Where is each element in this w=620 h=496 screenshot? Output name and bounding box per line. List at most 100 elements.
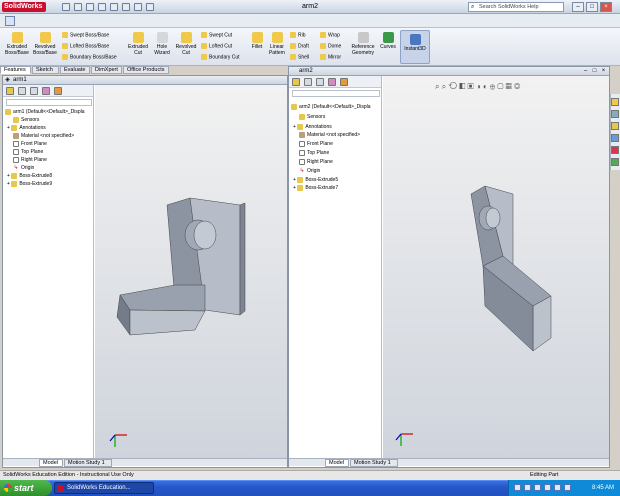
tray-icon[interactable]: [514, 484, 521, 491]
swept-boss-button[interactable]: Swept Boss/Base: [62, 32, 109, 38]
tab-motion-study[interactable]: Motion Study 1: [64, 459, 112, 467]
configuration-icon[interactable]: [30, 87, 38, 95]
tree-item-material[interactable]: Material <not specified>: [13, 132, 74, 140]
tree-item-annotations[interactable]: + Annotations: [7, 124, 46, 132]
tree-item-right-plane[interactable]: Right Plane: [13, 156, 47, 164]
tab-features[interactable]: Features: [0, 66, 31, 74]
tab-sketch[interactable]: Sketch: [32, 66, 59, 74]
pin-icon[interactable]: [5, 16, 15, 26]
graphics-area-arm1[interactable]: [95, 85, 287, 458]
search-input[interactable]: Search SolidWorks Help: [468, 2, 564, 12]
property-manager-icon[interactable]: [18, 87, 26, 95]
filter-field[interactable]: [292, 90, 380, 97]
extruded-cut-button[interactable]: Extruded Cut: [126, 32, 150, 56]
property-manager-icon[interactable]: [304, 78, 312, 86]
search-tab-icon[interactable]: [611, 134, 619, 142]
tree-item-boss-extrude9[interactable]: + Boss-Extrude9: [7, 180, 52, 188]
tray-icon[interactable]: [554, 484, 561, 491]
rebuild-icon[interactable]: [134, 3, 142, 11]
rib-button[interactable]: Rib: [290, 32, 306, 38]
appearances-icon[interactable]: [611, 146, 619, 154]
swept-cut-button[interactable]: Swept Cut: [201, 32, 232, 38]
file-explorer-icon[interactable]: [611, 122, 619, 130]
tray-icon[interactable]: [524, 484, 531, 491]
tree-item-top-plane[interactable]: Top Plane: [13, 148, 43, 156]
tab-office-products[interactable]: Office Products: [123, 66, 169, 74]
tree-item-front-plane[interactable]: Front Plane: [13, 140, 47, 148]
dimxpert-icon[interactable]: [42, 87, 50, 95]
undo-icon[interactable]: [110, 3, 118, 11]
feature-manager-tree-arm2: arm2 (Default<<Default>_Displa Sensors +…: [289, 76, 382, 458]
select-icon[interactable]: [122, 3, 130, 11]
custom-properties-icon[interactable]: [611, 158, 619, 166]
print-icon[interactable]: [98, 3, 106, 11]
lofted-boss-button[interactable]: Lofted Boss/Base: [62, 43, 109, 49]
taskbar-item-solidworks[interactable]: SolidWorks Education...: [54, 482, 154, 494]
tree-item-origin[interactable]: ↳ Origin: [299, 167, 320, 175]
linear-pattern-button[interactable]: Linear Pattern: [266, 32, 288, 56]
graphics-area-arm2[interactable]: ⌕ ⌕ ⟲ ◧ ▣ ◑ ◐ ⊕ ▢ ▦ ◎: [383, 76, 609, 458]
tab-dimxpert[interactable]: DimXpert: [91, 66, 122, 74]
tree-item-top-plane[interactable]: Top Plane: [299, 149, 329, 157]
feature-tree-icon[interactable]: [6, 87, 14, 95]
tray-icon[interactable]: [534, 484, 541, 491]
extruded-boss-button[interactable]: Extruded Boss/Base: [4, 32, 30, 56]
view-toolbar[interactable]: ⌕ ⌕ ⟲ ◧ ▣ ◑ ◐ ⊕ ▢ ▦ ◎: [435, 82, 521, 91]
tree-item-boss-extrude5[interactable]: + Boss-Extrude5: [293, 176, 338, 184]
reference-geometry-button[interactable]: Reference Geometry: [348, 32, 378, 56]
new-icon[interactable]: [62, 3, 70, 11]
tree-item-right-plane[interactable]: Right Plane: [299, 158, 333, 166]
fillet-button[interactable]: Fillet: [249, 32, 265, 50]
tree-item-sensors[interactable]: Sensors: [299, 113, 325, 121]
wrap-button[interactable]: Wrap: [320, 32, 340, 38]
mirror-button[interactable]: Mirror: [320, 54, 341, 60]
dimxpert-icon[interactable]: [328, 78, 336, 86]
design-library-icon[interactable]: [611, 110, 619, 118]
options-icon[interactable]: [146, 3, 154, 11]
curves-button[interactable]: Curves: [379, 32, 397, 50]
display-manager-icon[interactable]: [340, 78, 348, 86]
dome-button[interactable]: Dome: [320, 43, 341, 49]
doc-minimize-button[interactable]: –: [582, 68, 589, 75]
maximize-button[interactable]: □: [586, 2, 598, 12]
tray-icon[interactable]: [564, 484, 571, 491]
tree-root[interactable]: arm1 (Default<<Default>_Displa: [5, 108, 85, 116]
tab-motion-study[interactable]: Motion Study 1: [350, 459, 398, 467]
open-icon[interactable]: [74, 3, 82, 11]
part-icon: [291, 103, 297, 110]
filter-field[interactable]: [6, 99, 92, 106]
shell-button[interactable]: Shell: [290, 54, 309, 60]
tab-model[interactable]: Model: [325, 459, 349, 467]
display-manager-icon[interactable]: [54, 87, 62, 95]
solidworks-logo[interactable]: SolidWorks: [2, 2, 46, 12]
hole-wizard-button[interactable]: Hole Wizard: [152, 32, 172, 56]
tree-item-sensors[interactable]: Sensors: [13, 116, 39, 124]
minimize-button[interactable]: –: [572, 2, 584, 12]
tree-item-annotations[interactable]: + Annotations: [293, 123, 332, 131]
configuration-icon[interactable]: [316, 78, 324, 86]
lofted-cut-button[interactable]: Lofted Cut: [201, 43, 232, 49]
instant3d-button[interactable]: Instant3D: [401, 34, 429, 52]
revolved-boss-button[interactable]: Revolved Boss/Base: [32, 32, 58, 56]
boundary-boss-button[interactable]: Boundary Boss/Base: [62, 54, 117, 60]
doc-close-button[interactable]: ×: [600, 68, 607, 75]
draft-button[interactable]: Draft: [290, 43, 309, 49]
tree-item-boss-extrude7[interactable]: + Boss-Extrude7: [293, 184, 338, 192]
tree-root[interactable]: arm2 (Default<<Default>_Displa: [291, 103, 371, 111]
feature-tree-icon[interactable]: [292, 78, 300, 86]
tree-item-boss-extrude8[interactable]: + Boss-Extrude8: [7, 172, 52, 180]
svg-text:⌕ ⌕ ⟲ ◧ ▣ ◑ ◐ ⊕ ▢ ▦ ◎: ⌕ ⌕ ⟲ ◧ ▣ ◑ ◐ ⊕ ▢ ▦ ◎: [435, 82, 521, 91]
close-button[interactable]: ×: [600, 2, 612, 12]
tree-item-material[interactable]: Material <not specified>: [299, 131, 360, 139]
tree-item-origin[interactable]: ↳ Origin: [13, 164, 34, 172]
save-icon[interactable]: [86, 3, 94, 11]
boundary-cut-button[interactable]: Boundary Cut: [201, 54, 240, 60]
revolved-cut-button[interactable]: Revolved Cut: [174, 32, 198, 56]
tab-evaluate[interactable]: Evaluate: [60, 66, 90, 74]
tab-model[interactable]: Model: [39, 459, 63, 467]
tree-item-front-plane[interactable]: Front Plane: [299, 140, 333, 148]
doc-maximize-button[interactable]: □: [591, 68, 598, 75]
resources-icon[interactable]: [611, 98, 619, 106]
button-label: Extruded Cut: [127, 44, 148, 56]
tray-icon[interactable]: [544, 484, 551, 491]
